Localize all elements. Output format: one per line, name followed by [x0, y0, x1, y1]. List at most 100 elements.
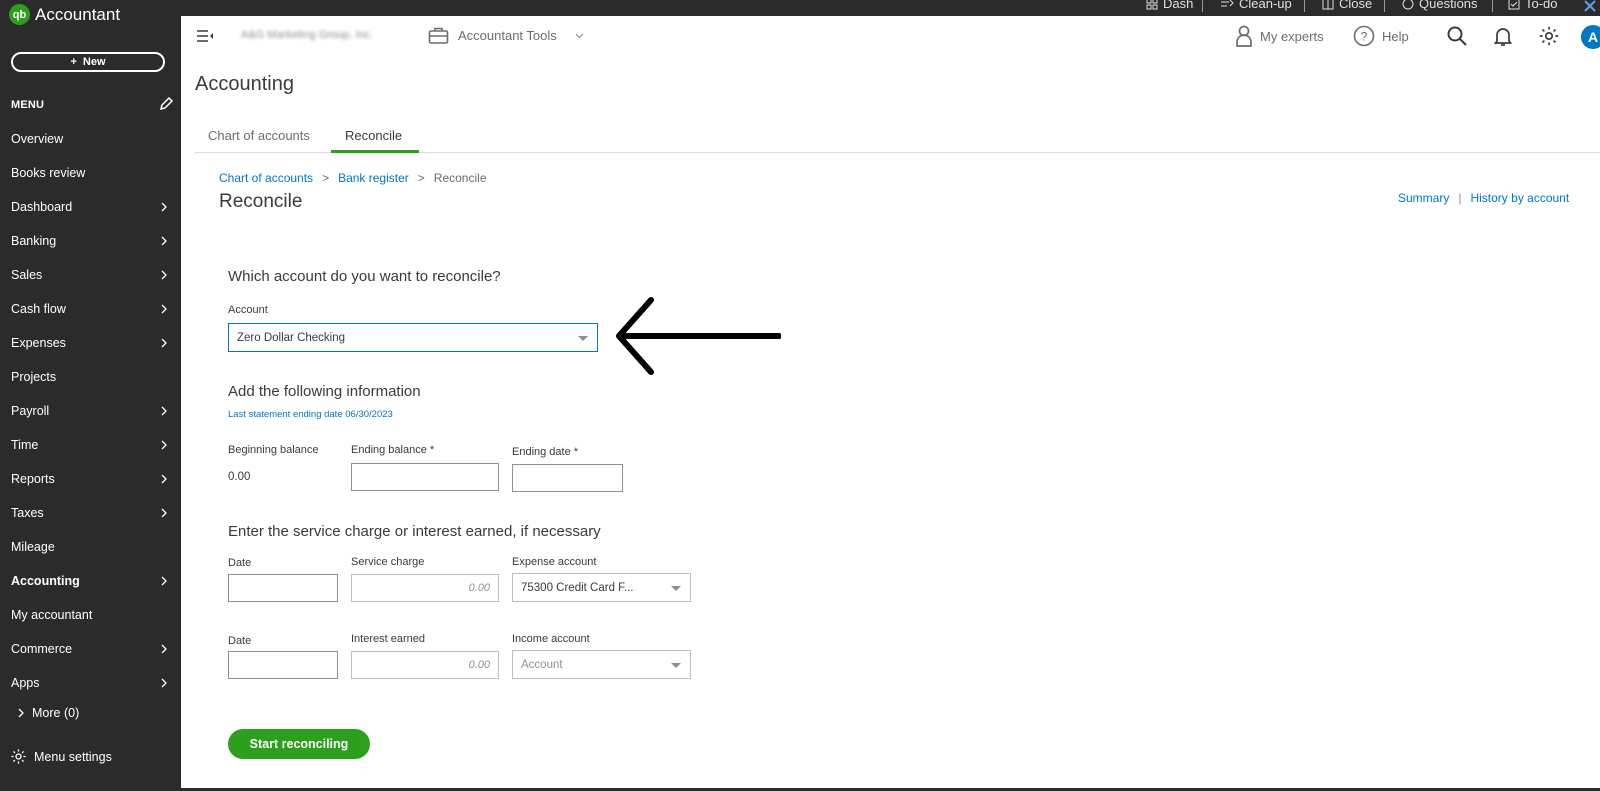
topbar-dash[interactable]: Dash [1146, 0, 1193, 11]
sidebar-item-books-review[interactable]: Books review [0, 158, 181, 188]
summary-link[interactable]: Summary [1398, 191, 1449, 205]
breadcrumb-separator: > [417, 171, 425, 185]
sidebar-item-taxes[interactable]: Taxes [0, 498, 181, 528]
expense-account-select[interactable]: 75300 Credit Card F... [512, 573, 691, 602]
sidebar-item-label: My accountant [11, 608, 93, 622]
breadcrumb-separator: > [322, 171, 330, 185]
collapse-menu-icon[interactable] [196, 28, 214, 44]
company-name[interactable]: A&G Marketing Group, Inc. [241, 29, 373, 41]
expense-account-value: 75300 Credit Card F... [521, 581, 634, 594]
expense-account-label: Expense account [512, 556, 597, 568]
start-reconciling-button[interactable]: Start reconciling [228, 729, 370, 759]
new-button[interactable]: + New [11, 52, 165, 72]
sidebar-item-projects[interactable]: Projects [0, 362, 181, 392]
tab-reconcile[interactable]: Reconcile [345, 128, 402, 151]
beginning-balance-label: Beginning balance [228, 444, 319, 456]
topbar-close[interactable]: Close [1322, 0, 1372, 11]
ending-balance-input[interactable] [351, 463, 499, 491]
chevron-right-icon [161, 508, 167, 518]
person-icon [1236, 25, 1252, 47]
app-name: Accountant [35, 4, 121, 24]
sidebar-item-label: Sales [11, 268, 43, 282]
service-charge-label: Service charge [351, 556, 425, 568]
topbar-cleanup[interactable]: Clean-up [1220, 0, 1292, 11]
close-icon[interactable] [1582, 0, 1598, 12]
topbar-close-label: Close [1339, 0, 1373, 11]
chevron-right-icon [161, 644, 167, 654]
topbar-questions[interactable]: Questions [1402, 0, 1478, 11]
briefcase-icon [428, 27, 449, 44]
page-title: Accounting [195, 73, 294, 95]
last-statement-link[interactable]: Last statement ending date 06/30/2023 [228, 409, 393, 420]
sidebar-item-cash-flow[interactable]: Cash flow [0, 294, 181, 324]
income-account-select[interactable]: Account [512, 650, 691, 679]
account-select[interactable]: Zero Dollar Checking [228, 323, 598, 352]
chevron-right-icon [161, 202, 167, 212]
divider [1384, 0, 1385, 12]
sidebar-item-mileage[interactable]: Mileage [0, 532, 181, 562]
sidebar-item-commerce[interactable]: Commerce [0, 634, 181, 664]
service-date-input[interactable] [228, 574, 338, 602]
question-circle-icon: ? [1353, 25, 1375, 47]
sidebar-item-my-accountant[interactable]: My accountant [0, 600, 181, 630]
header: A&G Marketing Group, Inc. Accountant Too… [181, 16, 1600, 58]
app-logo[interactable]: qb Accountant [9, 4, 120, 25]
sidebar-item-banking[interactable]: Banking [0, 226, 181, 256]
avatar[interactable]: A [1581, 25, 1600, 49]
chevron-down-icon[interactable] [575, 33, 584, 39]
gear-icon [11, 749, 26, 764]
settings-gear-icon[interactable] [1538, 25, 1560, 47]
sidebar-item-apps[interactable]: Apps [0, 668, 181, 698]
qb-logo-icon: qb [9, 4, 30, 25]
reconcile-heading: Reconcile [219, 191, 303, 212]
sidebar-item-time[interactable]: Time [0, 430, 181, 460]
breadcrumb-bank-register[interactable]: Bank register [338, 171, 409, 185]
chevron-right-icon [161, 406, 167, 416]
bell-icon[interactable] [1492, 25, 1514, 47]
sidebar-item-sales[interactable]: Sales [0, 260, 181, 290]
breadcrumb-current: Reconcile [433, 171, 487, 185]
interest-earned-label: Interest earned [351, 633, 425, 645]
account-select-value: Zero Dollar Checking [237, 331, 346, 344]
accountant-tools[interactable]: Accountant Tools [428, 26, 557, 45]
service-charge-placeholder: 0.00 [468, 582, 490, 594]
chevron-right-icon [161, 576, 167, 586]
sidebar-item-reports[interactable]: Reports [0, 464, 181, 494]
divider [1202, 0, 1203, 12]
sidebar-item-accounting[interactable]: Accounting [0, 566, 181, 596]
chevron-right-icon [161, 440, 167, 450]
pencil-icon[interactable] [158, 96, 174, 112]
income-account-label: Income account [512, 633, 590, 645]
sidebar-item-label: Overview [11, 132, 64, 146]
topbar-todo[interactable]: To-do [1508, 0, 1558, 11]
menu-settings[interactable]: Menu settings [10, 748, 112, 765]
sidebar-item-dashboard[interactable]: Dashboard [0, 192, 181, 222]
checklist-icon [1508, 0, 1520, 9]
my-experts-button[interactable]: My experts [1235, 25, 1324, 47]
sidebar-item-payroll[interactable]: Payroll [0, 396, 181, 426]
account-label: Account [228, 304, 268, 316]
interest-earned-input[interactable]: 0.00 [351, 651, 499, 679]
sidebar-item-more[interactable]: More (0) [17, 706, 79, 720]
service-charge-input[interactable]: 0.00 [351, 574, 499, 602]
cleanup-icon [1221, 0, 1234, 6]
breadcrumb-chart-of-accounts[interactable]: Chart of accounts [219, 171, 313, 185]
tab-chart-of-accounts[interactable]: Chart of accounts [208, 128, 310, 151]
top-toolbar: Dash Clean-up Close Questions To-do [0, 0, 1600, 16]
sidebar-item-label: Time [11, 438, 39, 452]
history-by-account-link[interactable]: History by account [1470, 191, 1569, 205]
divider [1492, 0, 1493, 12]
sidebar-item-label: Payroll [11, 404, 50, 418]
help-button[interactable]: ? Help [1353, 25, 1409, 47]
chevron-right-icon [161, 270, 167, 280]
interest-date-input[interactable] [228, 651, 338, 679]
search-icon[interactable] [1446, 25, 1468, 47]
sidebar-item-label: Mileage [11, 540, 55, 554]
ending-date-input[interactable] [512, 464, 623, 492]
ending-date-label: Ending date * [512, 446, 579, 458]
charge-heading: Enter the service charge or interest ear… [228, 523, 601, 540]
sidebar-item-label: Accounting [11, 574, 80, 588]
sidebar-item-overview[interactable]: Overview [0, 124, 181, 154]
active-tab-indicator [331, 150, 419, 153]
sidebar-item-expenses[interactable]: Expenses [0, 328, 181, 358]
